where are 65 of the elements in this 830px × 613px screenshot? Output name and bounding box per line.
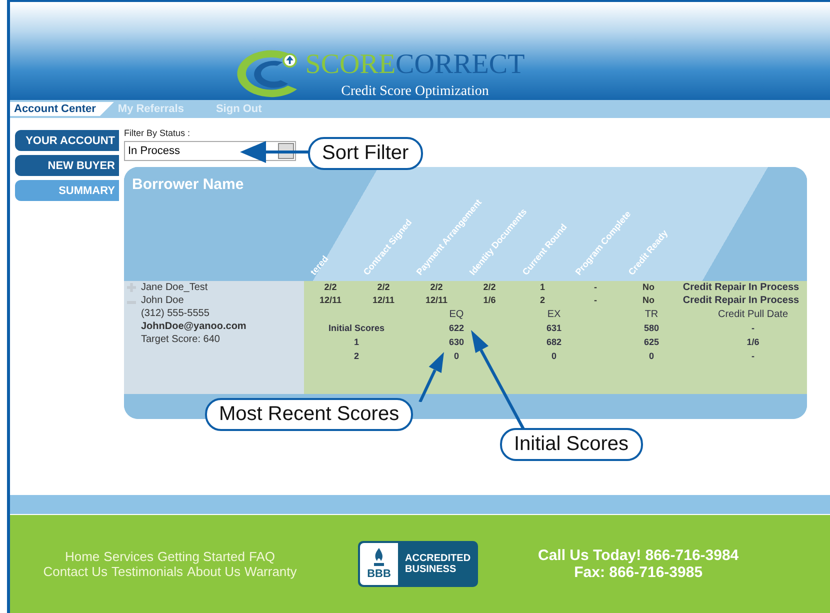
score-row-label: 2: [352, 351, 360, 361]
footer-link[interactable]: Home: [64, 549, 100, 564]
footer-link[interactable]: FAQ: [248, 549, 275, 564]
footer-link[interactable]: Getting Started: [158, 549, 245, 564]
footer-link[interactable]: Contact Us: [43, 564, 108, 579]
brand-tagline: Credit Score Optimization: [341, 84, 489, 100]
borrower-name[interactable]: Jane Doe_Test: [141, 282, 208, 293]
score-cell-text: 580: [642, 323, 660, 333]
table-title: Borrower Name: [132, 176, 244, 193]
score-cell-text: 625: [642, 337, 660, 347]
nav-tab[interactable]: Account Center: [10, 102, 114, 116]
score-cell-text: 622: [448, 323, 466, 333]
table-cell-text: 2/2: [323, 282, 338, 293]
table-cell-text: 2/2: [376, 282, 391, 293]
score-column-header: Credit Pull Date: [716, 308, 790, 320]
table-cell-text: 2/2: [429, 282, 444, 293]
score-cell-text: 630: [448, 337, 466, 347]
callout-label: Sort Filter: [308, 137, 423, 170]
score-cell-text: 631: [545, 323, 563, 333]
score-cell-text: -: [750, 351, 756, 361]
brand-name: SCORECORRECT: [305, 50, 525, 80]
table-cell-text: No: [642, 295, 656, 306]
table-cell-text: No: [642, 282, 656, 293]
score-cell-text: 682: [545, 337, 563, 347]
nav-tab[interactable]: My Referrals: [114, 102, 212, 116]
borrower-detail: (312) 555-5555: [141, 307, 210, 320]
score-cell-text: 0: [648, 351, 655, 361]
footer-link[interactable]: Warranty: [244, 564, 297, 579]
table-cell-text: 2: [538, 295, 546, 306]
borrower-detail: JohnDoe@yanoo.com: [141, 320, 248, 333]
score-column-header: EX: [546, 308, 562, 320]
score-cell-text: 0: [452, 351, 460, 361]
table-cell-text: 12/11: [424, 295, 449, 306]
callout-label: Initial Scores: [500, 428, 642, 461]
score-cell-text: 0: [550, 351, 558, 361]
nav-tab[interactable]: Sign Out: [212, 102, 290, 116]
score-row-label: 1: [352, 337, 360, 347]
sidebar-button[interactable]: YOUR ACCOUNT: [15, 130, 119, 151]
score-cell-text: -: [750, 323, 756, 333]
score-column-header: EQ: [448, 308, 465, 320]
flame-icon: [372, 548, 386, 568]
fax-number: Fax: 866-716-3985: [574, 564, 703, 581]
bbb-badge[interactable]: BBB ACCREDITED BUSINESS: [358, 541, 478, 587]
borrower-name[interactable]: John Doe: [141, 295, 184, 306]
callout-label: Most Recent Scores: [205, 398, 414, 431]
sidebar-button[interactable]: NEW BUYER: [15, 155, 119, 176]
status-cell-text: Credit Repair In Process: [682, 282, 800, 293]
table-cell-text: -: [593, 282, 598, 293]
table-cell-text: 2/2: [482, 282, 497, 293]
footer-link[interactable]: About Us: [187, 564, 241, 579]
footer-link[interactable]: Services: [104, 549, 154, 564]
table-cell-text: 12/11: [371, 295, 396, 306]
table-cell-text: 12/11: [318, 295, 343, 306]
score-cell-text: 1/6: [746, 337, 760, 347]
table-cell-text: 1: [538, 282, 546, 293]
borrower-detail: Target Score: 640: [141, 333, 221, 346]
table-cell-text: 1/6: [482, 295, 497, 306]
score-column-header: TR: [644, 308, 660, 320]
table-cell-text: -: [593, 295, 598, 306]
phone-number: Call Us Today! 866-716-3984: [538, 547, 739, 564]
sidebar-button[interactable]: SUMMARY: [15, 180, 119, 201]
footer-link[interactable]: Testimonials: [112, 564, 184, 579]
filter-label: Filter By Status :: [124, 128, 192, 138]
score-row-label: Initial Scores: [327, 323, 386, 333]
status-cell-text: Credit Repair In Process: [682, 295, 800, 306]
